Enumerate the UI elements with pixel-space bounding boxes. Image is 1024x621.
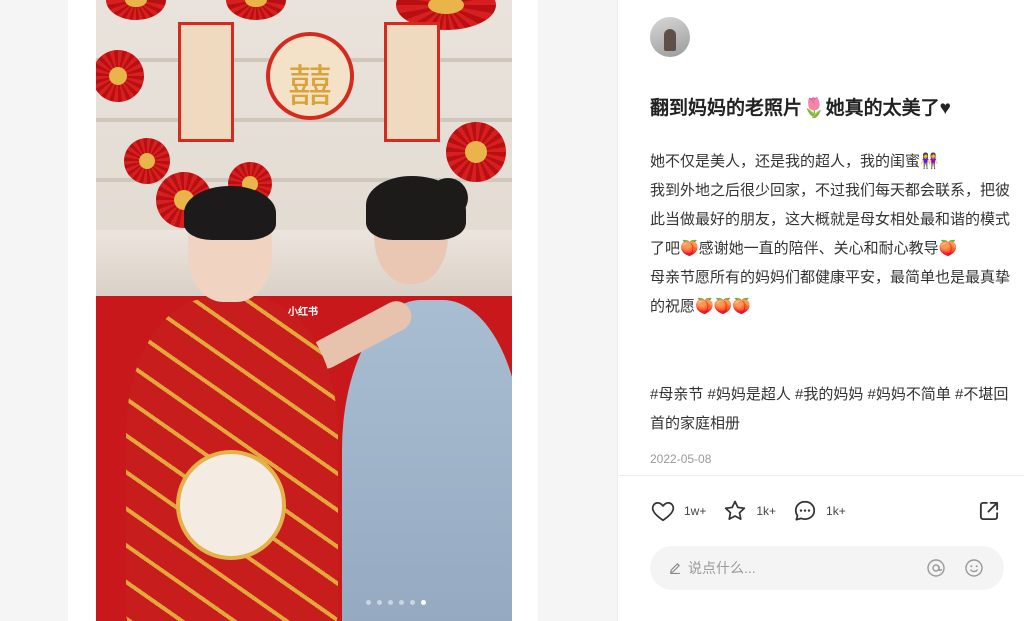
mention-icon[interactable] [926,558,946,578]
comment-input-box[interactable] [650,546,1004,590]
paper-fan-decoration [124,138,170,184]
comment-button[interactable]: 1k+ [792,498,846,524]
carousel-dot[interactable] [399,600,404,605]
watermark: 小红书 [288,307,318,318]
post-paragraph: 母亲节愿所有的妈妈们都健康平安，最简单也是最真挚的祝愿🍑🍑🍑 [650,269,1011,315]
carousel-indicator [366,600,426,605]
carousel-dot-active[interactable] [421,600,426,605]
carousel-dot[interactable] [410,600,415,605]
emoji-icon[interactable] [964,558,984,578]
carousel-dot[interactable] [377,600,382,605]
comment-bubble-icon [794,500,816,521]
post-paragraph: 我到外地之后很少回家，不过我们每天都会联系，把彼此当做最好的朋友，这大概就是母女… [650,182,1011,257]
paper-fan-decoration [226,0,286,20]
collect-count: 1k+ [756,504,777,518]
carousel-dot[interactable] [388,600,393,605]
like-count: 1w+ [684,504,707,518]
paper-fan-decoration [96,50,144,102]
paper-fan-decoration [446,122,506,182]
post-tags[interactable]: #母亲节 #妈妈是超人 #我的妈妈 #妈妈不简单 #不堪回首的家庭相册 [650,380,1010,438]
pencil-icon [670,563,680,574]
post-body: 她不仅是美人，还是我的超人，我的闺蜜👭 我到外地之后很少回家，不过我们每天都会联… [650,147,1010,321]
mother-figure [305,176,512,621]
star-icon [725,500,746,520]
avatar[interactable] [650,17,690,57]
heart-icon [651,502,675,522]
decorative-panel [384,22,440,142]
bride-figure [120,186,338,621]
double-happiness-sign: 囍 [266,32,354,120]
post-paragraph: 她不仅是美人，还是我的超人，我的闺蜜👭 [650,153,939,170]
comment-count: 1k+ [826,504,846,518]
divider [618,475,1024,476]
collect-button[interactable]: 1k+ [722,498,776,524]
paper-fan-decoration [106,0,166,20]
action-bar: 1w+ 1k+ 1k+ [650,497,862,525]
decorative-panel [178,22,234,142]
post-photo[interactable]: 囍 小红书 [96,0,512,621]
post-title: 翻到妈妈的老照片🌷她真的太美了♥ [650,98,951,119]
share-icon[interactable] [976,498,1002,524]
post-detail-panel: 翻到妈妈的老照片🌷她真的太美了♥ 她不仅是美人，还是我的超人，我的闺蜜👭 我到外… [617,0,1024,621]
like-button[interactable]: 1w+ [650,498,706,524]
post-date: 2022-05-08 [650,452,712,466]
comment-input[interactable] [688,560,888,576]
carousel-dot[interactable] [366,600,371,605]
